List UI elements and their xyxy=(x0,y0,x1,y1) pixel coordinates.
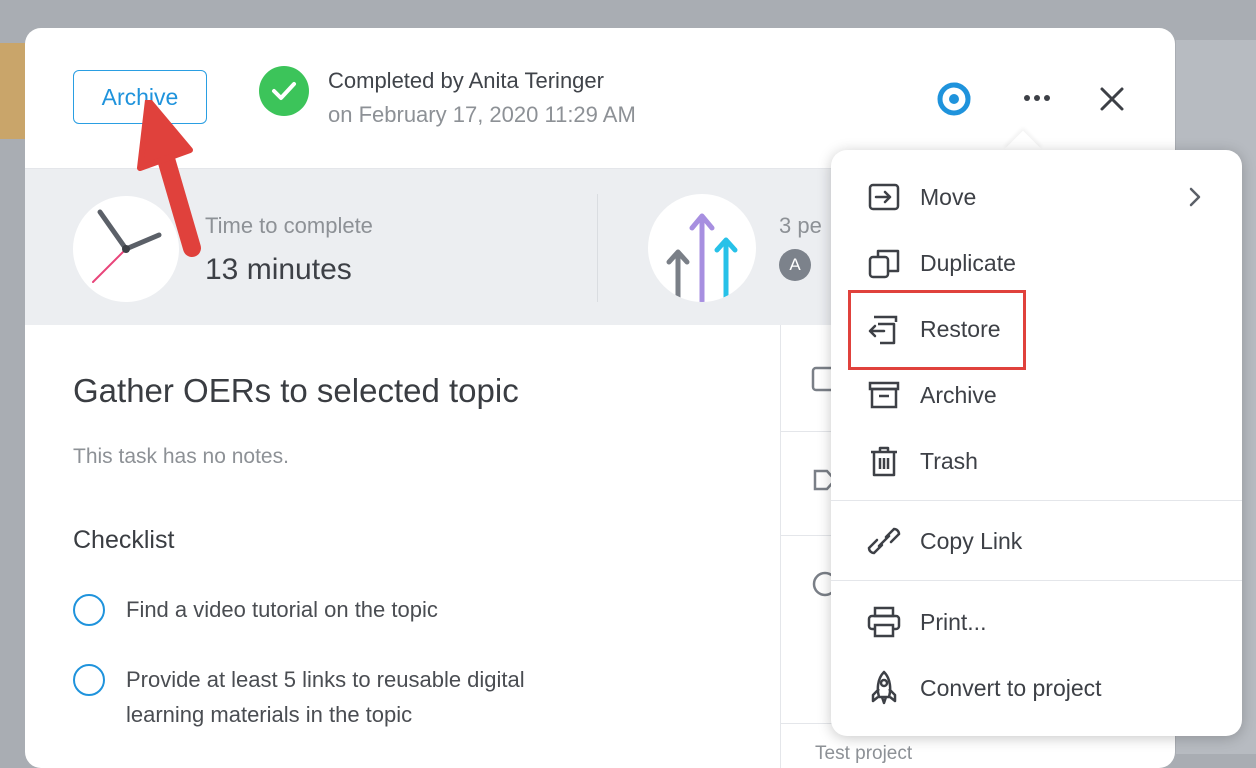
more-options-icon[interactable] xyxy=(1019,80,1055,116)
completed-date-text: on February 17, 2020 11:29 AM xyxy=(328,102,636,127)
menu-item-label: Print... xyxy=(920,608,987,635)
menu-item-label: Duplicate xyxy=(920,249,1016,276)
watch-eye-icon[interactable] xyxy=(937,82,971,116)
menu-item-copy-link[interactable]: Copy Link xyxy=(831,513,1242,569)
rocket-icon xyxy=(864,668,904,708)
menu-item-label: Copy Link xyxy=(920,527,1023,554)
menu-separator xyxy=(831,500,1242,501)
annotation-arrow-icon xyxy=(137,100,201,257)
menu-item-trash[interactable]: Trash xyxy=(831,433,1242,489)
link-icon xyxy=(864,521,904,561)
completed-check-icon xyxy=(259,66,309,116)
menu-item-duplicate[interactable]: Duplicate xyxy=(831,235,1242,291)
checklist-item: Find a video tutorial on the topic xyxy=(73,594,596,627)
time-to-complete-label: Time to complete xyxy=(205,213,373,238)
task-options-menu: Move Duplicate Restore Archive Trash Cop… xyxy=(831,150,1242,736)
checklist-item-text[interactable]: Find a video tutorial on the topic xyxy=(126,592,596,627)
project-label[interactable]: Test project xyxy=(815,743,912,765)
menu-item-archive[interactable]: Archive xyxy=(831,367,1242,423)
task-title[interactable]: Gather OERs to selected topic xyxy=(73,372,519,410)
completed-by-text: Completed by Anita Teringer xyxy=(328,68,604,93)
avatar[interactable]: A xyxy=(779,249,811,281)
menu-item-label: Convert to project xyxy=(920,674,1102,701)
archive-icon xyxy=(864,375,904,415)
checklist-item-text[interactable]: Provide at least 5 links to reusable dig… xyxy=(126,662,596,732)
menu-item-convert-to-project[interactable]: Convert to project xyxy=(831,660,1242,716)
chevron-right-icon xyxy=(1185,185,1205,209)
people-count-label: 3 pe xyxy=(779,213,822,238)
checklist-checkbox[interactable] xyxy=(73,664,105,696)
people-arrows-icon xyxy=(648,194,756,302)
move-icon xyxy=(864,177,904,217)
trash-icon xyxy=(864,441,904,481)
close-icon[interactable] xyxy=(1096,83,1128,115)
restore-highlight-box xyxy=(848,290,1026,370)
menu-separator xyxy=(831,580,1242,581)
menu-item-label: Archive xyxy=(920,381,997,408)
menu-item-print[interactable]: Print... xyxy=(831,594,1242,650)
checklist-item: Provide at least 5 links to reusable dig… xyxy=(73,664,596,732)
printer-icon xyxy=(864,602,904,642)
menu-item-label: Move xyxy=(920,183,977,210)
background-card-edge xyxy=(0,43,26,139)
duplicate-icon xyxy=(864,243,904,283)
menu-item-label: Trash xyxy=(920,447,978,474)
task-notes[interactable]: This task has no notes. xyxy=(73,445,289,469)
stats-divider xyxy=(597,194,598,302)
checklist-heading: Checklist xyxy=(73,526,175,554)
menu-item-move[interactable]: Move xyxy=(831,169,1242,225)
checklist-checkbox[interactable] xyxy=(73,594,105,626)
